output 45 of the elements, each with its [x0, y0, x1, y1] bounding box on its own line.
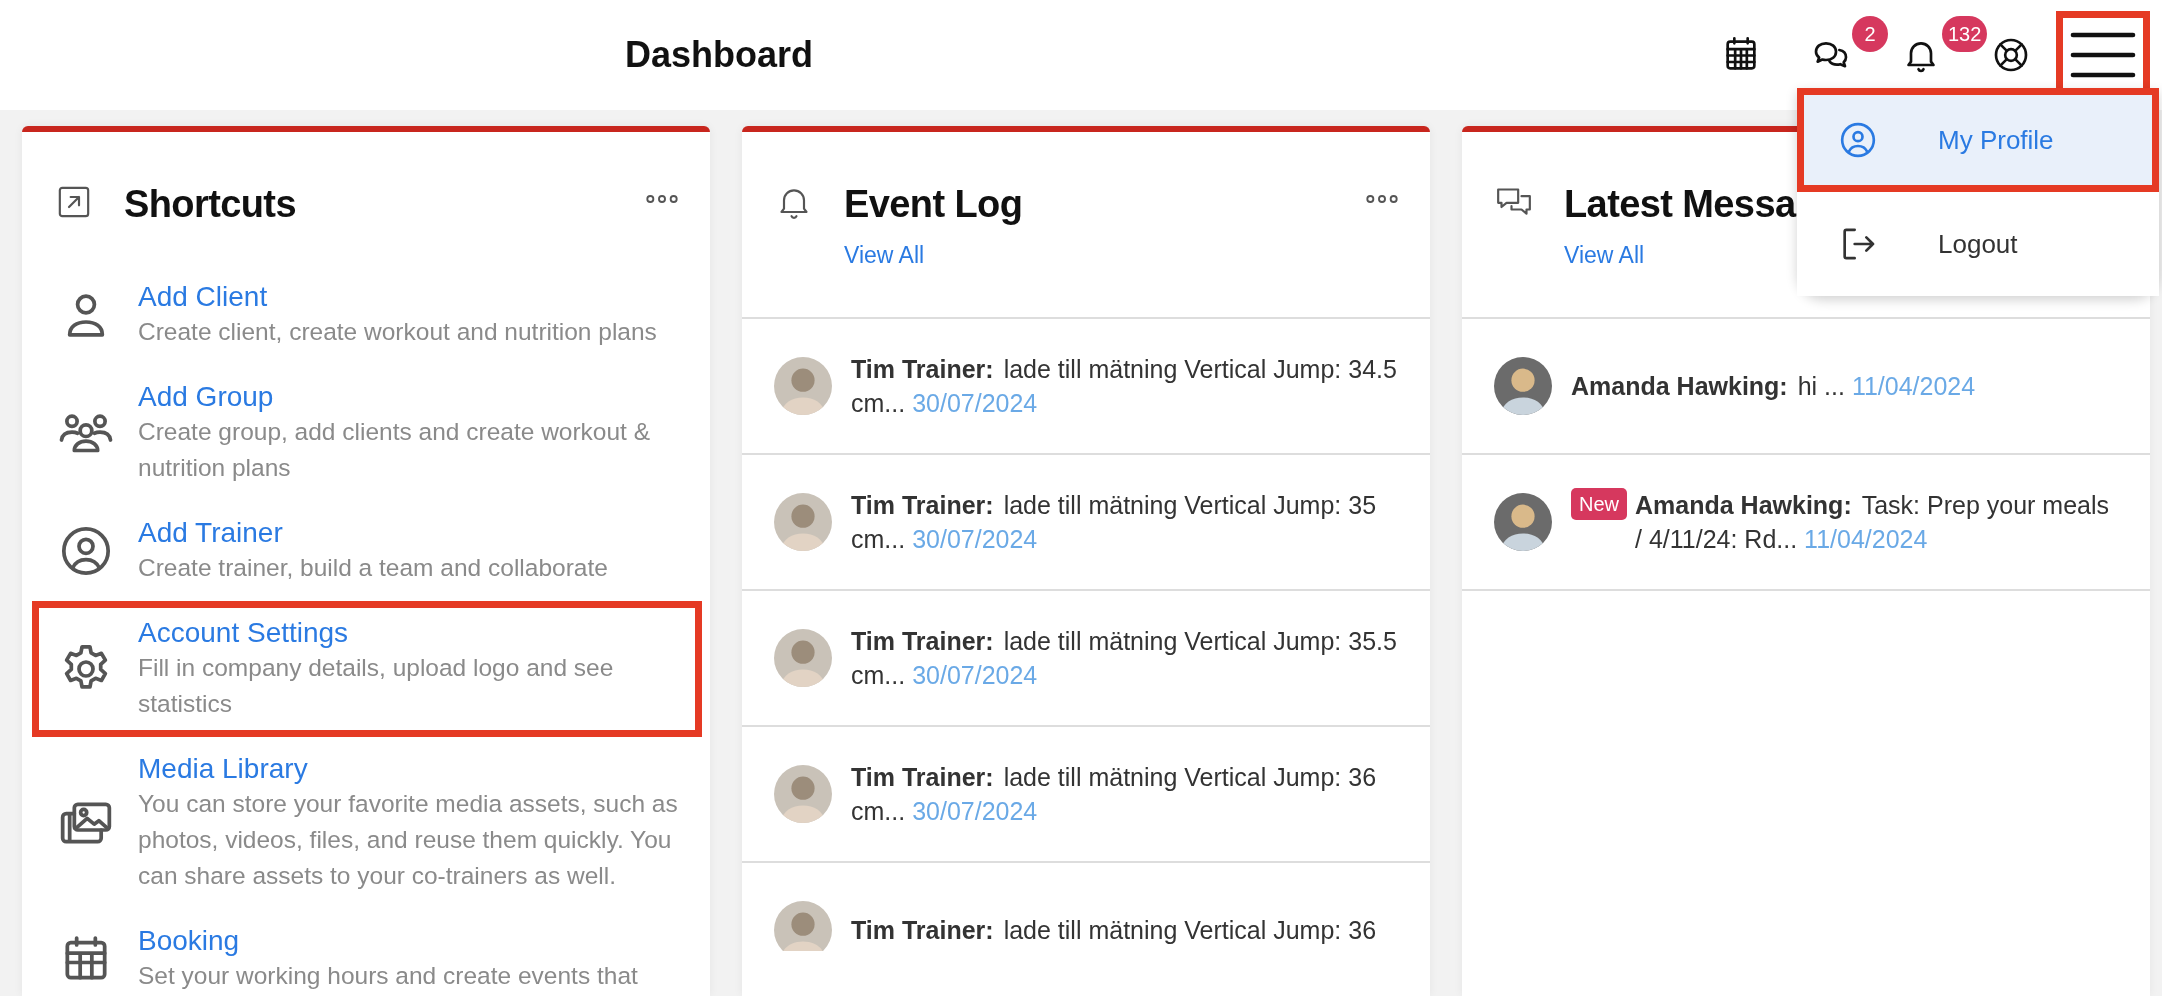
count-badge: 2: [1852, 16, 1888, 52]
avatar: [1494, 357, 1552, 415]
new-badge: New: [1571, 488, 1627, 520]
entry-text: Tim Trainer: lade till mätning Vertical Jump: 36: [851, 915, 1377, 946]
shortcut-description: Set your working hours and create events that: [138, 961, 638, 991]
shortcut-item[interactable]: Media Library You can store your favorite media assets, such as photos, videos, files, and reuse them quickly. You can share assets to your co-trainers as well.: [32, 737, 702, 909]
shortcut-title: Add Group: [138, 380, 275, 414]
shortcut-title: Add Client: [138, 280, 269, 314]
entry-text: Tim Trainer: lade till mätning Vertical Jump: 34.5 cm... 30/07/2024: [851, 354, 1398, 419]
count-badge: 132: [1942, 16, 1988, 52]
entry-text: Amanda Hawking: Task: Prep your meals / 4/11/24: Rd... 11/04/2024: [1635, 490, 2111, 555]
shortcut-item[interactable]: Add Group Create group, add clients and create workout & nutrition plans: [32, 365, 702, 501]
avatar: [774, 765, 832, 823]
shortcut-description: You can store your favorite media assets, such as photos, videos, files, and reuse them quickly. You can share assets to your co-trainers as well.: [138, 789, 679, 891]
more-icon: [1364, 192, 1400, 206]
shortcut-title: Account Settings: [138, 616, 350, 650]
shortcut-item[interactable]: Booking Set your working hours and create events that: [32, 909, 702, 996]
view-all-link[interactable]: View All: [1564, 242, 1796, 269]
shortcut-description: Fill in company details, upload logo and see statistics: [138, 653, 615, 719]
shortcut-description: Create trainer, build a team and collaborate: [138, 553, 608, 583]
entry-text: Amanda Hawking: hi ... 11/04/2024: [1571, 371, 1976, 402]
shortcut-item[interactable]: Add Client Create client, create workout and nutrition plans: [32, 265, 702, 365]
card-title: Shortcuts: [124, 182, 296, 226]
page-title: Dashboard: [625, 34, 814, 76]
more-icon: [644, 192, 680, 206]
card-title: Latest Messa: [1564, 182, 1796, 226]
avatar: [774, 629, 832, 687]
avatar: [774, 901, 832, 951]
shortcut-item[interactable]: Add Trainer Create trainer, build a team and collaborate: [32, 501, 702, 601]
shortcut-title: Booking: [138, 924, 241, 958]
entry-text: Tim Trainer: lade till mätning Vertical Jump: 35.5 cm... 30/07/2024: [851, 626, 1398, 691]
card-title: Event Log: [844, 182, 1023, 226]
avatar: [1494, 493, 1552, 551]
person-circle-icon: [1838, 120, 1878, 160]
view-all-link[interactable]: View All: [844, 242, 1023, 269]
shortcut-title: Media Library: [138, 752, 309, 786]
menu-item[interactable]: My Profile: [1797, 88, 2159, 192]
shortcut-description: Create group, add clients and create workout & nutrition plans: [138, 417, 652, 483]
shortcut-item[interactable]: Account Settings Fill in company details, upload logo and see statistics: [32, 601, 702, 737]
menu-item[interactable]: Logout: [1797, 192, 2159, 296]
shortcut-title: Add Trainer: [138, 516, 284, 550]
entry-text: Tim Trainer: lade till mätning Vertical Jump: 36 cm... 30/07/2024: [851, 762, 1378, 827]
entry-text: Tim Trainer: lade till mätning Vertical Jump: 35 cm... 30/07/2024: [851, 490, 1378, 555]
avatar: [774, 357, 832, 415]
shortcut-description: Create client, create workout and nutrition plans: [138, 317, 657, 347]
